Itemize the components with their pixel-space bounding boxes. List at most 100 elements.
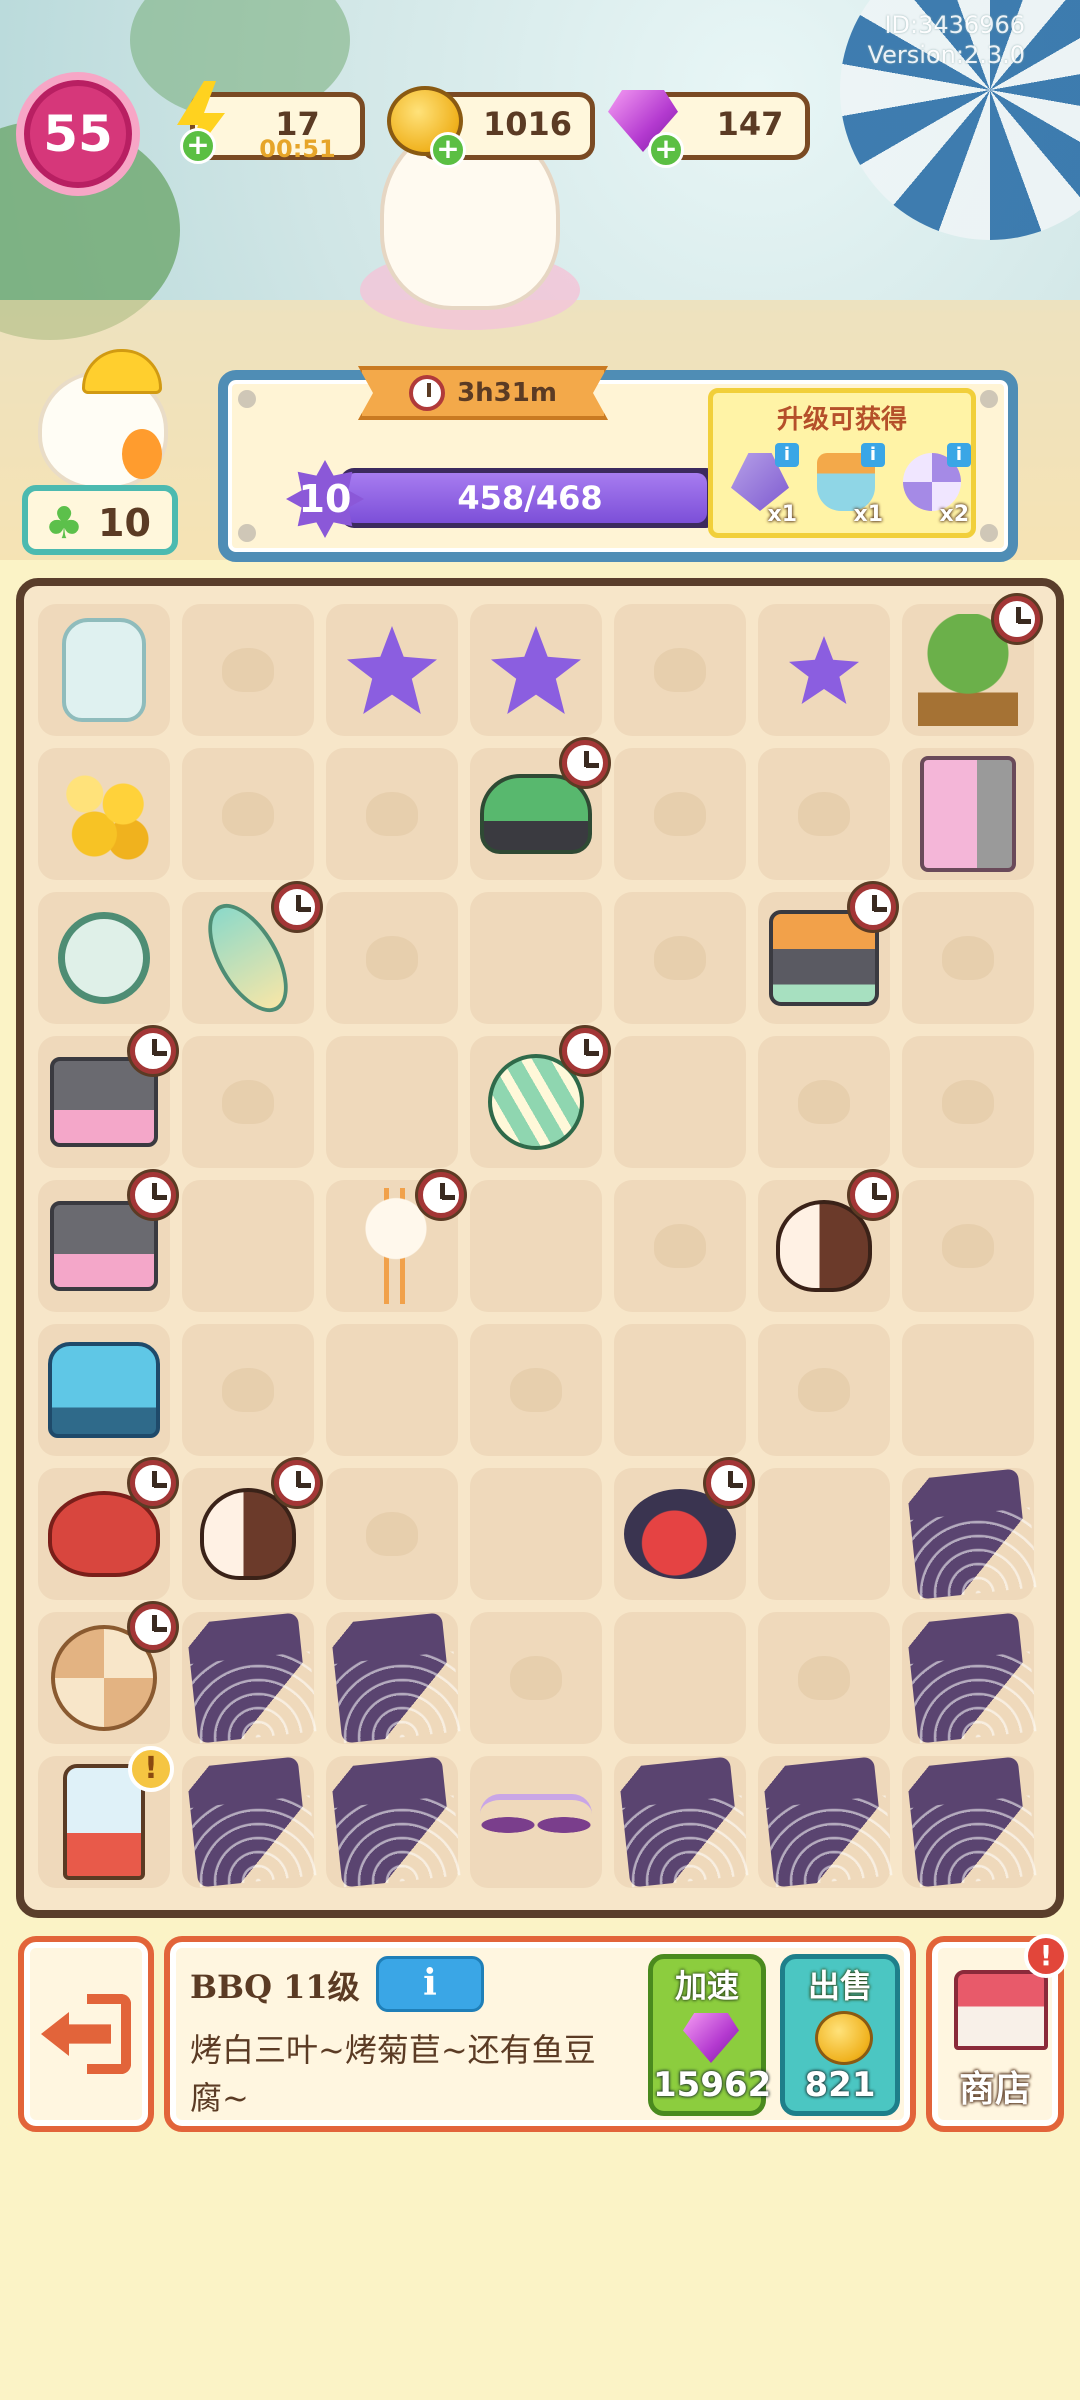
board-cell[interactable] <box>614 1460 752 1600</box>
coins-item[interactable] <box>48 758 160 870</box>
board-cell[interactable] <box>38 1604 176 1744</box>
web-item[interactable] <box>618 1756 742 1888</box>
board-cell[interactable] <box>182 884 320 1025</box>
sell-button[interactable]: 出售 821 <box>780 1954 900 2116</box>
board-cell[interactable] <box>758 1036 890 1168</box>
board-cell[interactable] <box>470 1612 602 1744</box>
board-cell[interactable] <box>758 1612 890 1744</box>
board-cell[interactable] <box>182 1460 320 1600</box>
board-cell[interactable] <box>182 1324 314 1456</box>
player-level-badge[interactable]: 55 <box>16 72 140 196</box>
board-cell[interactable] <box>326 1324 458 1456</box>
exit-button[interactable] <box>18 1936 154 2132</box>
board-cell[interactable] <box>38 1028 176 1168</box>
board-cell[interactable] <box>326 1036 458 1168</box>
board-cell[interactable] <box>470 892 602 1024</box>
board-cell[interactable] <box>182 604 314 736</box>
board-cell[interactable] <box>614 1756 746 1888</box>
board-cell[interactable] <box>326 1172 464 1312</box>
shop-button[interactable]: ! 商店 <box>926 1934 1068 2132</box>
bus-icon <box>48 1342 160 1438</box>
info-icon[interactable]: i <box>775 443 799 467</box>
board-cell[interactable] <box>614 1036 746 1168</box>
board-cell[interactable] <box>614 1324 746 1456</box>
reward-item-ball[interactable]: i x2 <box>895 443 971 527</box>
board-cell[interactable] <box>182 1180 314 1312</box>
star-small-icon <box>789 636 859 704</box>
board-cell[interactable] <box>470 1324 602 1456</box>
board-cell[interactable] <box>470 604 602 736</box>
board-cell[interactable] <box>758 884 896 1024</box>
board-cell[interactable] <box>758 1324 890 1456</box>
web-item[interactable] <box>330 1756 454 1888</box>
board-cell[interactable] <box>38 748 170 880</box>
worker-chick[interactable] <box>38 349 168 490</box>
board-cell[interactable] <box>902 1180 1034 1312</box>
board-cell[interactable] <box>470 1028 608 1168</box>
board-cell[interactable] <box>182 1612 314 1744</box>
board-cell[interactable] <box>470 1180 602 1312</box>
board-cell[interactable] <box>38 892 170 1024</box>
star-item[interactable] <box>480 614 592 726</box>
board-cell[interactable] <box>758 1468 890 1600</box>
board-cell[interactable] <box>470 1756 602 1888</box>
web-item[interactable] <box>906 1756 1030 1888</box>
star-item[interactable] <box>336 614 448 726</box>
board-cell[interactable] <box>758 1172 896 1312</box>
curtain-item[interactable] <box>912 756 1024 872</box>
board-cell[interactable] <box>902 1324 1034 1456</box>
add-coins-button[interactable]: + <box>430 132 466 168</box>
board-cell[interactable] <box>902 1036 1034 1168</box>
board-cell[interactable] <box>758 1756 890 1888</box>
alarm-clock-item[interactable] <box>48 902 160 1014</box>
web-item[interactable] <box>906 1468 1030 1600</box>
board-cell[interactable] <box>902 596 1040 736</box>
board-cell[interactable] <box>614 1612 746 1744</box>
board-cell[interactable] <box>326 1612 458 1744</box>
add-energy-button[interactable]: + <box>180 128 216 164</box>
sunglasses-item[interactable] <box>480 1766 592 1878</box>
board-cell[interactable]: ! <box>38 1746 174 1888</box>
star-small-item[interactable] <box>768 614 880 726</box>
web-item[interactable] <box>762 1756 886 1888</box>
board-cell[interactable] <box>614 748 746 880</box>
board-cell[interactable] <box>614 604 746 736</box>
clover-counter[interactable]: ♣ 10 <box>22 485 178 555</box>
board-cell[interactable] <box>470 740 608 880</box>
board-cell[interactable] <box>182 1756 314 1888</box>
board-cell[interactable] <box>326 748 458 880</box>
board-cell[interactable] <box>38 604 170 736</box>
web-item[interactable] <box>186 1756 310 1888</box>
board-cell[interactable] <box>902 1468 1034 1600</box>
web-item[interactable] <box>906 1612 1030 1744</box>
board-cell[interactable] <box>470 1468 602 1600</box>
board-cell[interactable] <box>902 1756 1034 1888</box>
jar-item[interactable] <box>48 614 160 726</box>
info-icon[interactable]: i <box>861 443 885 467</box>
speed-up-button[interactable]: 加速 15962 <box>648 1954 771 2116</box>
board-cell[interactable] <box>38 1324 170 1456</box>
web-item[interactable] <box>330 1612 454 1744</box>
board-cell[interactable] <box>902 892 1034 1024</box>
board-cell[interactable] <box>38 1460 176 1600</box>
info-icon[interactable]: i <box>947 443 971 467</box>
board-cell[interactable] <box>38 1172 176 1312</box>
board-cell[interactable] <box>182 748 314 880</box>
board-cell[interactable] <box>326 1756 458 1888</box>
board-cell[interactable] <box>614 1180 746 1312</box>
item-info-button[interactable]: i <box>376 1956 484 2012</box>
board-cell[interactable] <box>326 892 458 1024</box>
web-item[interactable] <box>186 1612 310 1744</box>
add-gems-button[interactable]: + <box>648 132 684 168</box>
board-cell[interactable] <box>758 604 890 736</box>
board-cell[interactable] <box>902 748 1034 880</box>
board-cell[interactable] <box>902 1612 1034 1744</box>
reward-item-shovel[interactable]: i x1 <box>723 443 799 527</box>
board-cell[interactable] <box>614 892 746 1024</box>
bus-item[interactable] <box>48 1334 160 1446</box>
board-cell[interactable] <box>326 604 458 736</box>
board-cell[interactable] <box>326 1468 458 1600</box>
board-cell[interactable] <box>182 1036 314 1168</box>
reward-item-bucket[interactable]: i x1 <box>809 443 885 527</box>
board-cell[interactable] <box>758 748 890 880</box>
